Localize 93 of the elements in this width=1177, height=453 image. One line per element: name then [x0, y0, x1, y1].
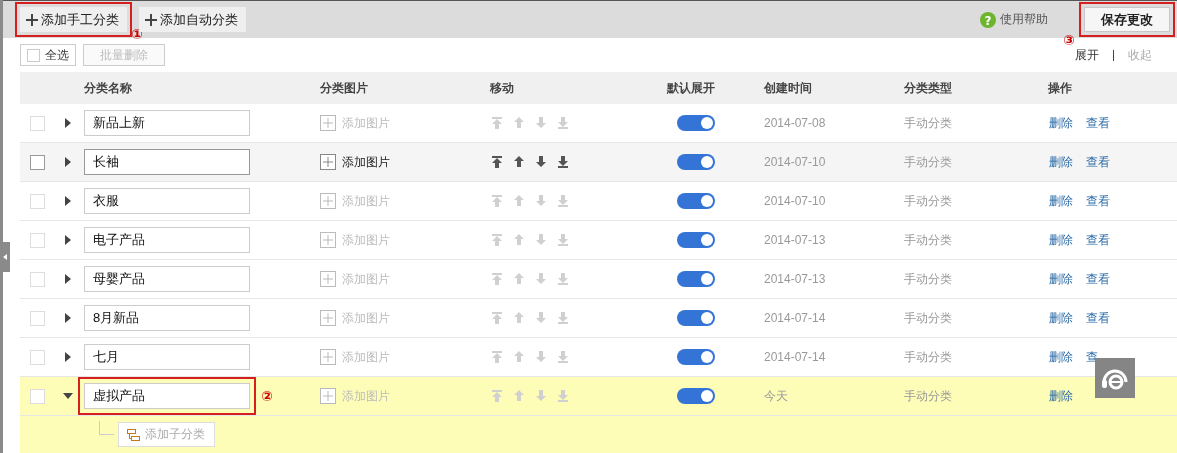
category-type: 手动分类: [904, 309, 953, 327]
category-type: 手动分类: [904, 192, 953, 210]
table-row[interactable]: 母婴产品 添加图片 2014-07-13 手动分类 删除 查看: [20, 260, 1177, 299]
action-link[interactable]: 查看: [1086, 114, 1110, 132]
created-date: 2014-07-13: [764, 272, 827, 286]
action-link[interactable]: 查看: [1086, 231, 1110, 249]
move-bottom-icon[interactable]: [557, 155, 569, 169]
action-link[interactable]: 删除: [1049, 114, 1073, 132]
column-header: 默认展开: [667, 79, 716, 97]
move-down-icon[interactable]: [535, 155, 547, 169]
toggle-switch[interactable]: [677, 310, 715, 326]
callout-number: ②: [261, 388, 273, 404]
created-date: 2014-07-08: [764, 116, 827, 130]
name-field[interactable]: 长袖: [84, 149, 250, 175]
plus-box-icon: [320, 388, 336, 404]
name-field[interactable]: 8月新品: [84, 305, 250, 331]
action-link[interactable]: 查看: [1086, 153, 1110, 171]
created-date: 2014-07-10: [764, 155, 827, 169]
table-row[interactable]: 8月新品 添加图片 2014-07-14 手动分类 删除 查看: [20, 299, 1177, 338]
category-type: 手动分类: [904, 348, 953, 366]
plus-box-icon: [320, 154, 336, 170]
toggle-switch[interactable]: [677, 154, 715, 170]
action-link[interactable]: 删除: [1049, 387, 1073, 405]
action-link[interactable]: 删除: [1049, 348, 1073, 366]
category-type: 手动分类: [904, 270, 953, 288]
action-link[interactable]: 删除: [1049, 309, 1073, 327]
column-header: 操作: [1048, 79, 1073, 97]
action-link[interactable]: 查看: [1086, 309, 1110, 327]
plus-box-icon: [320, 271, 336, 287]
headset-icon[interactable]: [1095, 358, 1135, 398]
expand-arrow-icon[interactable]: [64, 196, 71, 206]
row-checkbox[interactable]: [30, 154, 45, 170]
toggle-switch[interactable]: [677, 193, 715, 209]
category-type: 手动分类: [904, 114, 953, 132]
action-link[interactable]: 查看: [1086, 270, 1110, 288]
plus-box-icon: [320, 310, 336, 326]
plus-box-icon: [320, 232, 336, 248]
callout-number: ③: [1063, 32, 1075, 48]
action-link[interactable]: 查: [1086, 348, 1098, 366]
expand-arrow-icon[interactable]: [64, 157, 71, 167]
table-row[interactable]: 长袖 添加图片 2014-07-10 手动分类 删除 查看: [20, 143, 1177, 182]
created-date: 今天: [764, 387, 789, 405]
tree-icon: [127, 428, 140, 441]
column-header: 分类名称: [83, 79, 133, 97]
column-header: 分类图片: [320, 79, 369, 97]
move-up-icon[interactable]: [513, 155, 525, 169]
action-link[interactable]: 删除: [1049, 270, 1073, 288]
name-field[interactable]: 新品上新: [84, 110, 250, 136]
action-link[interactable]: 删除: [1049, 192, 1073, 210]
plus-icon: [145, 13, 157, 26]
column-header: 移动: [490, 79, 515, 97]
expand-arrow-icon[interactable]: [64, 313, 71, 323]
expand-link[interactable]: 展开: [1075, 46, 1099, 64]
name-field[interactable]: 七月: [84, 344, 250, 370]
expand-arrow-icon[interactable]: [64, 118, 71, 128]
action-link[interactable]: 删除: [1049, 231, 1073, 249]
collapse-arrow-icon[interactable]: [62, 393, 73, 399]
plus-icon: [26, 13, 38, 26]
table-row[interactable]: 衣服 添加图片 2014-07-10 手动分类 删除 查看: [20, 182, 1177, 221]
created-date: 2014-07-14: [764, 311, 827, 325]
created-date: 2014-07-10: [764, 194, 827, 208]
name-field[interactable]: 母婴产品: [84, 266, 250, 292]
add-category-button[interactable]: 添加自动分类: [139, 7, 246, 32]
move-top-icon[interactable]: [491, 155, 503, 169]
help-link[interactable]: ? 使用帮助: [980, 11, 1048, 28]
name-field[interactable]: 电子产品: [84, 227, 250, 253]
select-all-checkbox[interactable]: 全选: [20, 44, 76, 66]
expand-arrow-icon[interactable]: [64, 235, 71, 245]
toggle-switch[interactable]: [677, 271, 715, 287]
table-row[interactable]: 虚拟产品 ② 添加图片 今天 手动分类 删除: [20, 377, 1177, 416]
expand-arrow-icon[interactable]: [64, 352, 71, 362]
category-type: 手动分类: [904, 387, 953, 405]
toggle-switch[interactable]: [677, 232, 715, 248]
created-date: 2014-07-13: [764, 233, 827, 247]
column-header: 创建时间: [764, 79, 813, 97]
action-link[interactable]: 查看: [1086, 192, 1110, 210]
expand-arrow-icon[interactable]: [64, 274, 71, 284]
column-header: 分类类型: [904, 79, 953, 97]
collapse-handle-icon[interactable]: [0, 242, 10, 272]
action-link[interactable]: 删除: [1049, 153, 1073, 171]
toggle-switch[interactable]: [677, 349, 715, 365]
plus-box-icon: [320, 349, 336, 365]
category-type: 手动分类: [904, 153, 953, 171]
created-date: 2014-07-14: [764, 350, 827, 364]
toggle-switch[interactable]: [677, 115, 715, 131]
toggle-switch[interactable]: [677, 388, 715, 404]
table-row[interactable]: 电子产品 添加图片 2014-07-13 手动分类 删除 查看: [20, 221, 1177, 260]
category-type: 手动分类: [904, 231, 953, 249]
plus-box-icon: [320, 115, 336, 131]
add-image-button[interactable]: 添加图片: [320, 153, 490, 171]
name-field[interactable]: 衣服: [84, 188, 250, 214]
plus-box-icon: [320, 193, 336, 209]
help-icon: ?: [980, 11, 996, 28]
